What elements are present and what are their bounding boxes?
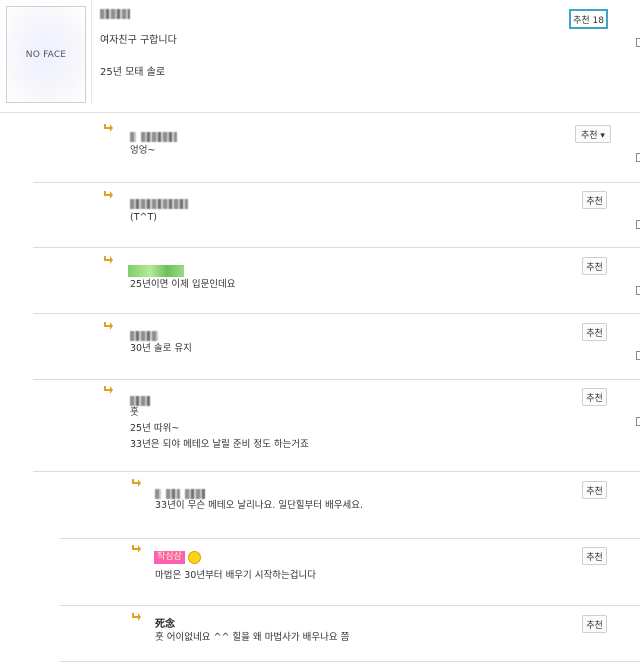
edge-bracket-icon bbox=[636, 417, 640, 426]
comment-text: 엉엉~ bbox=[130, 145, 156, 156]
avatar-label: NO FACE bbox=[25, 49, 67, 60]
comment-nested: 작심삼 마법은 30년부터 배우기 시작하는겁니다 추천 bbox=[60, 539, 640, 606]
comment: 엉엉~ 추천 ▾ bbox=[33, 113, 640, 183]
edge-bracket-icon bbox=[636, 220, 640, 229]
comment-text: 마법은 30년부터 배우기 시작하는겁니다 bbox=[155, 570, 316, 581]
recommend-dropdown-button[interactable]: 추천 ▾ bbox=[575, 125, 611, 143]
comment: 30년 솔로 유지 추천 bbox=[33, 314, 640, 380]
reply-arrow-icon bbox=[132, 545, 141, 553]
recommend-button[interactable]: 추천 bbox=[582, 615, 607, 633]
comment: (T^T) 추천 bbox=[33, 183, 640, 248]
recommend-button[interactable]: 추천 bbox=[582, 388, 607, 406]
comment-nickname[interactable]: 死念 bbox=[155, 615, 175, 630]
reply-arrow-icon bbox=[104, 256, 113, 264]
comment: 25년이면 이제 입문인데요 추천 bbox=[33, 248, 640, 314]
avatar[interactable]: NO FACE bbox=[6, 6, 86, 103]
reply-arrow-icon bbox=[104, 322, 113, 330]
edge-bracket-icon bbox=[636, 38, 640, 47]
comment-text: 33년이 무슨 메테오 날리나요. 일단힐부터 배우세요. bbox=[155, 500, 364, 511]
comment: 훗 25년 따위~ 33년은 되야 메테오 날릴 준비 정도 하는거죠 추천 bbox=[33, 380, 640, 472]
original-post: NO FACE 여자친구 구합니다 25년 모태 솔로 추천 18 bbox=[0, 0, 640, 113]
edge-bracket-icon bbox=[636, 153, 640, 162]
comment-text-line: 25년 따위~ bbox=[130, 423, 180, 434]
recommend-button[interactable]: 추천 bbox=[582, 257, 607, 275]
reply-arrow-icon bbox=[104, 386, 113, 394]
recommend-button[interactable]: 추천 bbox=[582, 323, 607, 341]
comment-text-line: 훗 bbox=[130, 407, 139, 418]
comment-text-line: 33년은 되야 메테오 날릴 준비 정도 하는거죠 bbox=[130, 439, 309, 450]
comment-text: 25년이면 이제 입문인데요 bbox=[130, 279, 236, 290]
reply-arrow-icon bbox=[132, 613, 141, 621]
comment-nested: 33년이 무슨 메테오 날리나요. 일단힐부터 배우세요. 추천 bbox=[60, 472, 640, 539]
comment-nested: 死念 훗 어이없네요 ^^ 힐을 왜 마법사가 배우나요 쯤 추천 bbox=[60, 606, 640, 662]
post-body: 25년 모태 솔로 bbox=[100, 67, 166, 78]
comment-nickname-badge[interactable]: 작심삼 bbox=[154, 551, 185, 564]
edge-bracket-icon bbox=[636, 351, 640, 360]
recommend-button[interactable]: 추천 bbox=[582, 547, 607, 565]
reply-arrow-icon bbox=[104, 191, 113, 199]
recommend-button[interactable]: 추천 bbox=[582, 481, 607, 499]
comment-text: (T^T) bbox=[130, 212, 157, 223]
reply-arrow-icon bbox=[104, 124, 113, 132]
recommend-count-button[interactable]: 추천 18 bbox=[569, 9, 608, 29]
author-nickname-blurred[interactable] bbox=[100, 9, 130, 19]
post-title: 여자친구 구합니다 bbox=[100, 35, 177, 46]
comment-text: 30년 솔로 유지 bbox=[130, 343, 192, 354]
post-divider bbox=[91, 0, 92, 103]
recommend-button[interactable]: 추천 bbox=[582, 191, 607, 209]
comment-text: 훗 어이없네요 ^^ 힐을 왜 마법사가 배우나요 쯤 bbox=[155, 632, 350, 643]
edge-bracket-icon bbox=[636, 286, 640, 295]
reply-arrow-icon bbox=[132, 479, 141, 487]
smiley-icon bbox=[188, 551, 201, 564]
